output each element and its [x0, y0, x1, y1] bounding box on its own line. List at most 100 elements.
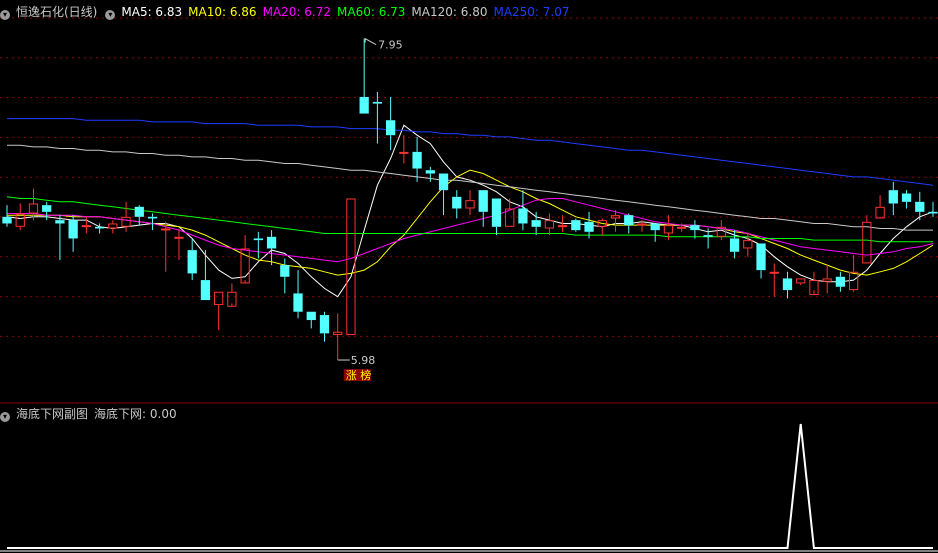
candle	[333, 313, 343, 361]
candle	[161, 221, 171, 272]
candle-body	[478, 190, 488, 212]
candle	[68, 215, 78, 252]
candle	[796, 278, 806, 286]
ma-line-ma250	[7, 118, 934, 186]
candle-body	[333, 331, 343, 336]
candle-body	[412, 151, 422, 169]
candle	[214, 291, 224, 331]
candle	[875, 195, 885, 219]
candle	[399, 135, 409, 164]
candle-body	[214, 291, 224, 306]
candle	[531, 211, 541, 236]
high-price-label: 7.95	[378, 39, 403, 52]
candle-body	[518, 208, 528, 224]
candle-body	[584, 221, 594, 232]
indicator-ma5: MA5: 6.83	[121, 5, 183, 19]
candle-body	[425, 170, 435, 174]
low-price-label: 5.98	[351, 354, 376, 367]
candle	[610, 210, 621, 232]
candle	[174, 228, 184, 261]
candle-body	[94, 226, 105, 229]
main-chart-header: ▾ 恒逸石化(日线) ▾ MA5: 6.83 MA10: 6.86 MA20: 6.72 M…	[0, 4, 582, 20]
candle-body	[55, 220, 65, 224]
candle-body	[266, 236, 277, 249]
sub-chart-value: 海底下网: 0.00	[94, 407, 177, 421]
candle	[438, 173, 449, 216]
sub-indicator-line	[7, 423, 933, 549]
candle-body	[452, 196, 462, 209]
candle-body	[372, 101, 383, 104]
candle-body	[756, 243, 766, 271]
candle	[306, 311, 316, 329]
candle-body	[319, 315, 330, 334]
candle	[372, 91, 383, 144]
sub-chart-title: 海底下网副图	[16, 407, 89, 421]
candle	[55, 215, 65, 261]
candle-body	[703, 235, 713, 237]
indicator-ma120: MA120: 6.80	[411, 5, 488, 19]
candle-body	[531, 220, 541, 227]
candle-body	[134, 206, 144, 217]
candle	[835, 271, 846, 292]
indicator-ma60: MA60: 6.73	[337, 5, 406, 19]
candle	[266, 230, 277, 266]
candle-body	[147, 216, 158, 219]
candle-body	[571, 220, 581, 231]
candle	[822, 265, 832, 294]
candle-body	[729, 238, 740, 252]
candle-body	[42, 205, 52, 212]
candle	[147, 213, 158, 231]
candle-body	[862, 221, 872, 264]
grid-lines	[0, 17, 938, 337]
candle	[888, 181, 898, 216]
candle-body	[915, 201, 925, 212]
candle	[81, 216, 92, 234]
candle	[280, 258, 290, 294]
candle	[809, 271, 819, 296]
candle-body	[743, 240, 753, 249]
candle-body	[875, 206, 885, 219]
candle	[253, 231, 263, 259]
candle	[319, 311, 330, 342]
candle-body	[68, 220, 78, 239]
candle	[2, 205, 12, 227]
kline-chart[interactable]: 7.95 5.98涨 榜	[0, 0, 938, 553]
candle-body	[888, 190, 898, 204]
candle	[465, 190, 475, 216]
candle	[187, 238, 197, 281]
candle	[15, 203, 25, 231]
candle-body	[624, 215, 634, 226]
candle	[584, 211, 594, 239]
candle-body	[782, 278, 793, 291]
candle-body	[359, 96, 369, 114]
candle-body	[822, 278, 832, 282]
zhang-bang-badge: 涨 榜	[346, 368, 372, 382]
candle-body	[835, 276, 846, 287]
candles	[2, 38, 938, 361]
candle-body	[901, 193, 912, 202]
chevron-down-icon[interactable]: ▾	[0, 10, 10, 20]
candle-body	[438, 173, 449, 191]
candle	[478, 190, 488, 227]
high-marker-line	[364, 37, 377, 46]
candle	[928, 201, 938, 217]
chevron-down-icon[interactable]: ▾	[0, 412, 10, 422]
candle-body	[161, 228, 171, 231]
candle-body	[690, 225, 700, 231]
candle	[624, 213, 634, 234]
candle-body	[663, 225, 674, 234]
candle-body	[465, 200, 475, 209]
candle-body	[796, 278, 806, 284]
candle	[862, 215, 872, 264]
stock-title: 恒逸石化(日线)	[16, 5, 98, 19]
chevron-down-icon[interactable]: ▾	[105, 10, 116, 20]
candle-body	[637, 223, 647, 226]
candle-body	[650, 223, 660, 231]
candle	[782, 271, 793, 299]
candle-body	[174, 236, 184, 239]
indicator-ma10: MA10: 6.86	[188, 5, 257, 19]
candle-body	[677, 226, 687, 229]
candle-body	[557, 225, 568, 228]
candle-body	[200, 280, 211, 301]
candle	[359, 38, 369, 114]
